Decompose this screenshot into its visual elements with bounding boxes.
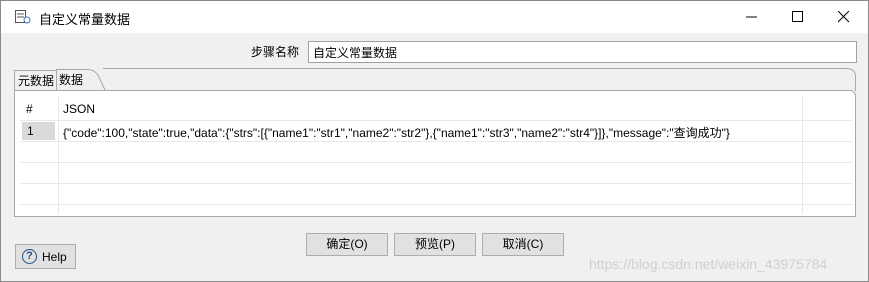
grid-row-line — [20, 162, 852, 163]
minimize-button[interactable] — [729, 1, 775, 33]
row-number-cell[interactable]: 1 — [22, 122, 55, 140]
row-number: 1 — [27, 124, 34, 138]
tab-strip-border — [103, 68, 848, 69]
watermark: https://blog.csdn.net/weixin_43975784 — [589, 256, 828, 272]
preview-button[interactable]: 预览(P) — [394, 233, 476, 256]
step-name-label: 步骤名称 — [251, 45, 300, 59]
cancel-button[interactable]: 取消(C) — [482, 233, 564, 256]
grid-row-line — [20, 204, 852, 205]
window-title: 自定义常量数据 — [39, 12, 131, 27]
grid-row-line — [20, 183, 852, 184]
help-label: Help — [42, 250, 67, 264]
step-name-input[interactable] — [308, 41, 857, 63]
title-bar: 自定义常量数据 — [1, 1, 868, 33]
column-header-json[interactable]: JSON — [63, 102, 95, 116]
ok-button[interactable]: 确定(O) — [306, 233, 388, 256]
maximize-icon — [792, 11, 803, 22]
grid-row-line — [20, 141, 852, 142]
maximize-button[interactable] — [775, 1, 821, 33]
dialog-window: 自定义常量数据 步骤名称 元数据 数据 # JSON 1 {"code":10 — [0, 0, 869, 282]
help-button[interactable]: ? Help — [15, 244, 76, 269]
grid-row-line — [20, 120, 852, 121]
column-header-number[interactable]: # — [26, 102, 33, 116]
tab-data[interactable]: 数据 — [56, 70, 112, 90]
close-button[interactable] — [821, 1, 867, 33]
grid-col-line — [802, 96, 803, 214]
data-grid[interactable]: # JSON 1 {"code":100,"state":true,"data"… — [20, 96, 852, 214]
app-icon — [15, 10, 31, 24]
grid-col-line — [58, 96, 59, 214]
minimize-icon — [746, 16, 757, 18]
json-cell[interactable]: {"code":100,"state":true,"data":{"strs":… — [63, 124, 730, 141]
panel-corner — [846, 68, 856, 91]
tab-metadata[interactable]: 元数据 — [14, 70, 62, 91]
help-icon: ? — [22, 249, 37, 264]
close-icon — [838, 11, 850, 23]
